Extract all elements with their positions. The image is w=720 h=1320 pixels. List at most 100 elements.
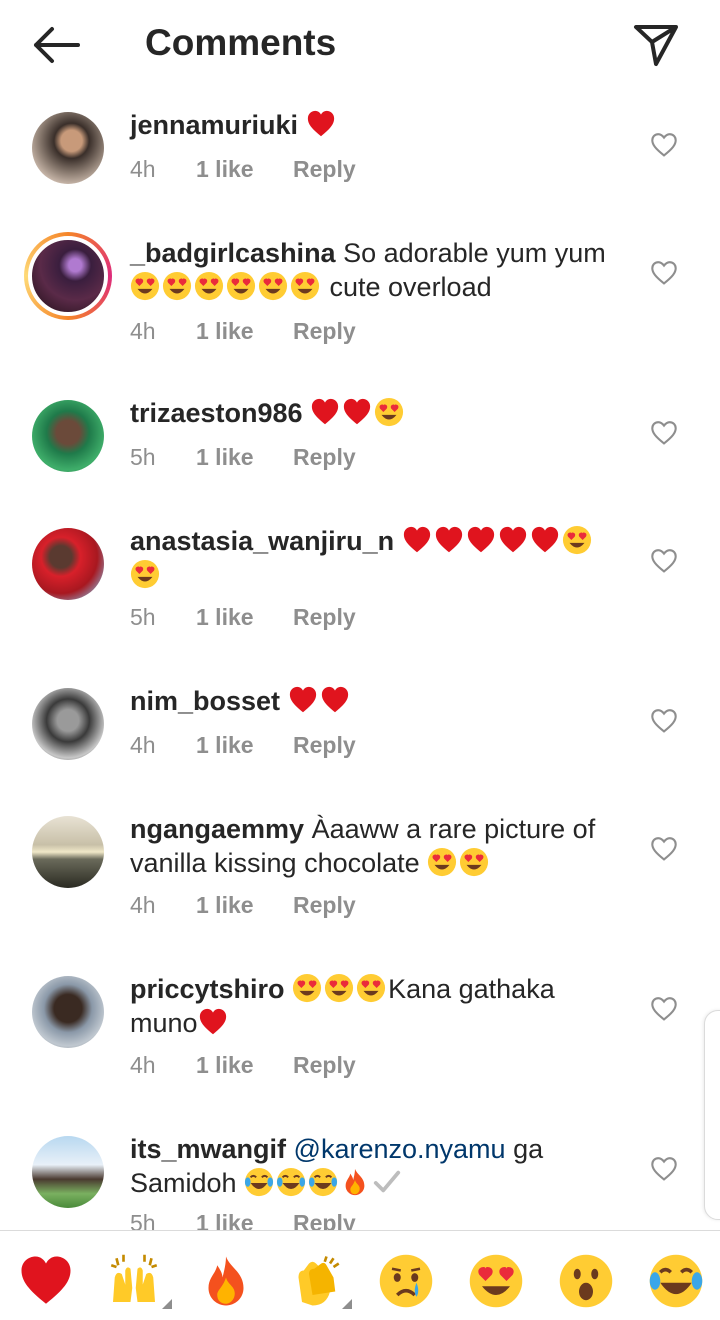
like-heart-icon[interactable]: [650, 708, 678, 734]
comment-time: 4h: [130, 318, 156, 344]
heart-eyes-emoji-icon: [459, 847, 489, 877]
reply-button[interactable]: Reply: [293, 318, 356, 345]
like-count[interactable]: 1 like: [196, 156, 293, 183]
side-handle[interactable]: [704, 1010, 720, 1220]
reply-button[interactable]: Reply: [293, 892, 356, 919]
avatar[interactable]: [32, 112, 104, 184]
like-heart-icon[interactable]: [650, 996, 678, 1022]
arrow-left-icon[interactable]: [30, 24, 82, 66]
username[interactable]: nim_bosset: [130, 686, 280, 716]
avatar[interactable]: [32, 976, 104, 1048]
skin-tone-indicator-icon: [162, 1299, 172, 1309]
like-count[interactable]: 1 like: [196, 1052, 293, 1079]
reply-button[interactable]: Reply: [293, 444, 356, 471]
top-bar: Comments: [0, 0, 720, 90]
heart-eyes-reaction-icon[interactable]: [468, 1253, 524, 1309]
heart-emoji-icon: [530, 525, 560, 555]
heart-eyes-emoji-icon: [226, 271, 256, 301]
username[interactable]: its_mwangif: [130, 1134, 286, 1164]
reply-button[interactable]: Reply: [293, 1052, 356, 1079]
username[interactable]: jennamuriuki: [130, 110, 298, 140]
comment-item: _badgirlcashina So adorable yum yum cute…: [0, 230, 720, 380]
joy-reaction-icon[interactable]: [648, 1253, 704, 1309]
skin-tone-indicator-icon: [342, 1299, 352, 1309]
heart-reaction-icon[interactable]: [18, 1253, 74, 1309]
heart-eyes-emoji-icon: [290, 271, 320, 301]
surprised-face-reaction-icon[interactable]: [558, 1253, 614, 1309]
heart-eyes-emoji-icon: [162, 271, 192, 301]
reply-button[interactable]: Reply: [293, 732, 356, 759]
like-heart-icon[interactable]: [650, 260, 678, 286]
comment-item: priccytshiro Kana gathaka muno 4h 1 like R…: [0, 966, 720, 1116]
heart-emoji-icon: [306, 109, 336, 139]
like-count[interactable]: 1 like: [196, 732, 293, 759]
username[interactable]: anastasia_wanjiru_n: [130, 526, 394, 556]
raised-hands-reaction-icon[interactable]: [106, 1253, 162, 1309]
heart-emoji-icon: [402, 525, 432, 555]
comment-text: Kana gathaka: [388, 974, 555, 1004]
like-heart-icon[interactable]: [650, 420, 678, 446]
comment-item: anastasia_wanjiru_n 5h 1 like Reply: [0, 518, 720, 668]
heart-eyes-emoji-icon: [194, 271, 224, 301]
comment-text-2: vanilla kissing chocolate: [130, 848, 428, 878]
comment-time: 5h: [130, 604, 156, 630]
heart-eyes-emoji-icon: [130, 271, 160, 301]
comment-text-2: cute overload: [322, 272, 492, 302]
comment-item: ngangaemmy Àaaww a rare picture of vanil…: [0, 806, 720, 956]
comment-text-2: Samidoh: [130, 1168, 245, 1198]
heart-emoji-icon: [288, 685, 318, 715]
mention-link[interactable]: @karenzo.nyamu: [294, 1134, 506, 1164]
heart-emoji-icon: [498, 525, 528, 555]
like-count[interactable]: 1 like: [196, 892, 293, 919]
reply-button[interactable]: Reply: [293, 156, 356, 183]
comment-item: jennamuriuki 4h 1 like Reply: [0, 90, 720, 210]
heart-emoji-icon: [320, 685, 350, 715]
like-heart-icon[interactable]: [650, 548, 678, 574]
comment-time: 5h: [130, 444, 156, 470]
comment-text: So adorable yum yum: [335, 238, 606, 268]
comment-list[interactable]: jennamuriuki 4h 1 like Reply _badgirlcashi…: [0, 90, 720, 1230]
avatar[interactable]: [32, 528, 104, 600]
username[interactable]: priccytshiro: [130, 974, 285, 1004]
paper-plane-icon[interactable]: [632, 22, 680, 68]
comment-text: Àaaww a rare picture of: [304, 814, 596, 844]
like-count[interactable]: 1 like: [196, 1210, 293, 1230]
avatar[interactable]: [32, 400, 104, 472]
heart-emoji-icon: [434, 525, 464, 555]
comment-item: its_mwangif @karenzo.nyamu ga Samidoh 5h…: [0, 1126, 720, 1230]
fire-emoji-icon: [340, 1167, 370, 1197]
joy-emoji-icon: [308, 1167, 338, 1197]
username[interactable]: ngangaemmy: [130, 814, 304, 844]
comment-time: 4h: [130, 892, 156, 918]
fire-reaction-icon[interactable]: [198, 1253, 254, 1309]
username[interactable]: _badgirlcashina: [130, 238, 336, 268]
joy-emoji-icon: [276, 1167, 306, 1197]
comment-time: 5h: [130, 1210, 156, 1230]
like-heart-icon[interactable]: [650, 836, 678, 862]
heart-eyes-emoji-icon: [130, 559, 160, 589]
avatar[interactable]: [24, 232, 112, 320]
check-mark-emoji-icon: [372, 1167, 402, 1197]
avatar[interactable]: [32, 688, 104, 760]
joy-emoji-icon: [244, 1167, 274, 1197]
clapping-hands-reaction-icon[interactable]: [288, 1253, 344, 1309]
heart-eyes-emoji-icon: [292, 973, 322, 1003]
quick-reactions-bar: [0, 1230, 720, 1320]
avatar[interactable]: [32, 1136, 104, 1208]
like-heart-icon[interactable]: [650, 132, 678, 158]
like-count[interactable]: 1 like: [196, 444, 293, 471]
comment-item: nim_bosset 4h 1 like Reply: [0, 678, 720, 798]
like-count[interactable]: 1 like: [196, 604, 293, 631]
comment-time: 4h: [130, 156, 156, 182]
heart-eyes-emoji-icon: [374, 397, 404, 427]
comment-text-2: muno: [130, 1008, 198, 1038]
like-heart-icon[interactable]: [650, 1156, 678, 1182]
heart-emoji-icon: [198, 1007, 228, 1037]
username[interactable]: trizaeston986: [130, 398, 303, 428]
reply-button[interactable]: Reply: [293, 1210, 356, 1230]
reply-button[interactable]: Reply: [293, 604, 356, 631]
avatar[interactable]: [32, 816, 104, 888]
heart-eyes-emoji-icon: [427, 847, 457, 877]
like-count[interactable]: 1 like: [196, 318, 293, 345]
crying-face-reaction-icon[interactable]: [378, 1253, 434, 1309]
